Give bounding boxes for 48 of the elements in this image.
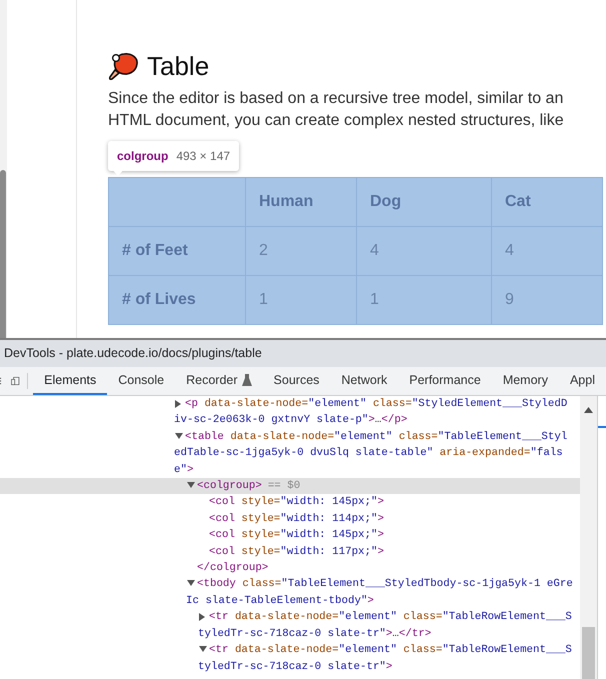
- tab[interactable]: Appl: [558, 367, 606, 395]
- tab[interactable]: Memory: [492, 367, 559, 395]
- flask-icon: [242, 374, 252, 386]
- scrollbar[interactable]: [580, 396, 597, 679]
- tooltip-tag: colgroup: [117, 149, 168, 163]
- tab[interactable]: Performance: [398, 367, 492, 395]
- code-line[interactable]: <col style="width: 145px;">: [198, 527, 384, 544]
- tab[interactable]: Sources: [262, 367, 330, 395]
- column-header: Cat: [492, 178, 602, 226]
- expand-triangle-icon[interactable]: [175, 400, 181, 408]
- code-line[interactable]: <p data-slate-node="element" class="StyledElement___StyledD iv-sc-2e063k-0 gxtnvY slate-p">…</p>: [174, 396, 568, 429]
- scroll-up-icon[interactable]: [584, 407, 593, 413]
- expand-triangle-icon[interactable]: [199, 613, 205, 622]
- column-header: Human: [246, 178, 356, 226]
- column-header: Dog: [356, 178, 492, 226]
- scrollbar[interactable]: [0, 0, 7, 338]
- row-header: # of Feet: [108, 226, 246, 276]
- code-line[interactable]: <colgroup>: [186, 478, 262, 494]
- tab[interactable]: Network: [330, 367, 398, 395]
- window-title: DevTools - plate.udecode.io/docs/plugins/table: [0, 340, 606, 367]
- heading: Table: [147, 50, 210, 82]
- code-line[interactable]: <tr data-slate-node="element" class="TableRowElement___S tyledTr-sc-718caz-0 slate-tr">…</tr>: [198, 609, 572, 642]
- code-line[interactable]: <table data-slate-node="element" class="TableElement___Styl edTable-sc-1jga5yk-0 dvuSlq slate-table" aria-expanded="fals e">: [174, 428, 568, 478]
- collapse-triangle-icon[interactable]: [199, 646, 207, 652]
- collapse-triangle-icon[interactable]: [187, 580, 195, 586]
- table-cell: 4: [356, 226, 492, 276]
- code-line[interactable]: <tbody class="TableElement___StyledTbody-sc-1jga5yk-1 eGre Ic slate-TableElement-tbody">: [186, 576, 573, 610]
- collapse-triangle-icon[interactable]: [175, 432, 183, 439]
- code-line[interactable]: <col style="width: 114px;">: [198, 510, 384, 528]
- table-cell: 2: [246, 226, 356, 276]
- tooltip-size: 493 × 147: [176, 149, 230, 163]
- scrollbar-thumb[interactable]: [0, 170, 6, 338]
- scrollbar-thumb[interactable]: [582, 627, 595, 679]
- paddle-icon: [108, 52, 139, 80]
- code-line[interactable]: <col style="width: 145px;">: [198, 494, 384, 511]
- tab[interactable]: Console: [107, 367, 176, 395]
- code-line[interactable]: <col style="width: 117px;">: [198, 544, 384, 560]
- table-cell: 1: [246, 276, 356, 324]
- selection-marker: == $0: [268, 480, 300, 492]
- code-line[interactable]: <tr data-slate-node="element" class="TableRowElement___S tyledTr-sc-718caz-0 slate-tr">: [198, 642, 572, 675]
- tab[interactable]: Recorder: [175, 367, 263, 395]
- code-line[interactable]: </colgroup>: [186, 560, 268, 576]
- paragraph: Since the editor is based on a recursive tree model, similar to an HTML document, you can create complex nested structures, like: [108, 89, 565, 131]
- collapse-triangle-icon[interactable]: [187, 482, 195, 488]
- row-header: # of Lives: [108, 276, 246, 324]
- table-cell: 9: [492, 276, 602, 324]
- table-cell: 1: [356, 276, 492, 324]
- table-cell: 4: [492, 226, 602, 276]
